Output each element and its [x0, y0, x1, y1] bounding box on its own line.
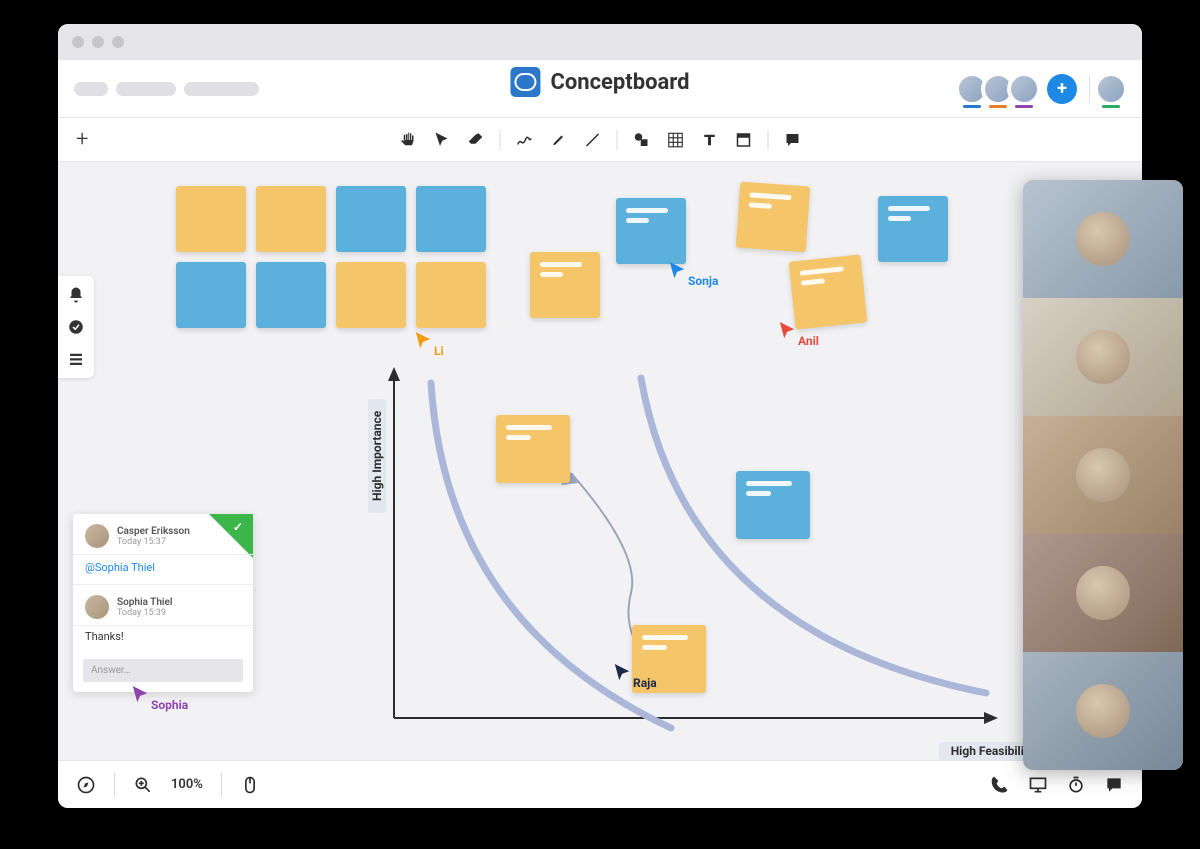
sticky-note[interactable]	[416, 262, 486, 328]
traffic-dot[interactable]	[112, 36, 124, 48]
separator	[768, 130, 769, 150]
comment-time: Today 15:39	[117, 608, 172, 618]
chat-icon[interactable]	[1104, 775, 1124, 795]
video-panel[interactable]	[1023, 180, 1183, 770]
brand-name: Conceptboard	[550, 70, 689, 95]
avatar[interactable]	[1009, 74, 1039, 104]
timer-icon[interactable]	[1066, 775, 1086, 795]
sticky-note[interactable]	[530, 252, 600, 318]
sticky-note[interactable]	[789, 254, 868, 329]
video-tile[interactable]	[1023, 298, 1183, 416]
present-icon[interactable]	[1028, 775, 1048, 795]
video-tile[interactable]	[1023, 416, 1183, 534]
separator	[221, 773, 222, 797]
sticky-note[interactable]	[736, 471, 810, 539]
check-circle-icon[interactable]	[67, 318, 85, 336]
avatar-self[interactable]	[1096, 74, 1126, 104]
shape-tool-icon[interactable]	[632, 130, 652, 150]
add-element-button[interactable]: +	[76, 127, 88, 152]
sticky-note[interactable]	[336, 262, 406, 328]
sticky-note[interactable]	[878, 196, 948, 262]
sticky-note[interactable]	[616, 198, 686, 264]
sticky-note[interactable]	[176, 186, 246, 252]
separator	[617, 130, 618, 150]
sticky-note[interactable]	[256, 186, 326, 252]
comment-author: Casper Eriksson	[117, 526, 190, 537]
presence-avatars: +	[963, 74, 1126, 104]
brand-icon	[510, 67, 540, 97]
scribble-tool-icon[interactable]	[515, 130, 535, 150]
comment-card[interactable]: Casper Eriksson Today 15:37 @Sophia Thie…	[73, 514, 253, 692]
avatar	[85, 524, 109, 548]
sticky-note[interactable]	[176, 262, 246, 328]
comment-tool-icon[interactable]	[783, 130, 803, 150]
window-chrome	[58, 24, 1142, 60]
sticky-note[interactable]	[416, 186, 486, 252]
y-axis-label: High Importance	[368, 399, 386, 513]
table-tool-icon[interactable]	[666, 130, 686, 150]
divider	[1089, 75, 1090, 103]
breadcrumb-segment[interactable]	[184, 82, 259, 96]
side-dock	[58, 276, 94, 378]
zoom-level[interactable]: 100%	[171, 777, 203, 792]
separator	[114, 773, 115, 797]
section-tool-icon[interactable]	[734, 130, 754, 150]
user-cursor-sonja: Sonja	[668, 260, 718, 288]
compass-icon[interactable]	[76, 775, 96, 795]
marker-tool-icon[interactable]	[549, 130, 569, 150]
tool-group	[398, 130, 803, 150]
bottom-bar: 100%	[58, 760, 1142, 808]
breadcrumb-segment[interactable]	[116, 82, 176, 96]
sticky-note[interactable]	[336, 186, 406, 252]
sticky-note[interactable]	[256, 262, 326, 328]
video-tile[interactable]	[1023, 534, 1183, 652]
comment-time: Today 15:37	[117, 537, 190, 547]
avatar	[85, 595, 109, 619]
add-user-button[interactable]: +	[1047, 74, 1077, 104]
comment-body: Thanks!	[73, 626, 253, 653]
sticky-note[interactable]	[632, 625, 706, 693]
video-tile[interactable]	[1023, 180, 1183, 298]
separator	[500, 130, 501, 150]
sticky-note[interactable]	[736, 182, 810, 253]
traffic-dot[interactable]	[92, 36, 104, 48]
mouse-icon[interactable]	[240, 775, 260, 795]
line-tool-icon[interactable]	[583, 130, 603, 150]
comment-author: Sophia Thiel	[117, 597, 172, 608]
breadcrumb-segment[interactable]	[74, 82, 108, 96]
comment-mention[interactable]: @Sophia Thiel	[73, 555, 253, 584]
hand-tool-icon[interactable]	[398, 130, 418, 150]
text-tool-icon[interactable]	[700, 130, 720, 150]
priority-matrix: High Importance High Feasibility	[376, 363, 1016, 738]
bell-icon[interactable]	[67, 286, 85, 304]
comment-reply-input[interactable]: Answer…	[83, 659, 243, 682]
zoom-in-icon[interactable]	[133, 775, 153, 795]
user-cursor-li: Li	[414, 330, 444, 358]
brand: Conceptboard	[510, 67, 689, 97]
list-icon[interactable]	[67, 350, 85, 368]
pointer-tool-icon[interactable]	[432, 130, 452, 150]
phone-icon[interactable]	[990, 775, 1010, 795]
eraser-tool-icon[interactable]	[466, 130, 486, 150]
traffic-dot[interactable]	[72, 36, 84, 48]
breadcrumb	[74, 82, 259, 96]
sticky-note[interactable]	[496, 415, 570, 483]
toolbar: +	[58, 118, 1142, 162]
app-window: + Conceptboard +	[58, 24, 1142, 808]
video-tile[interactable]	[1023, 652, 1183, 770]
